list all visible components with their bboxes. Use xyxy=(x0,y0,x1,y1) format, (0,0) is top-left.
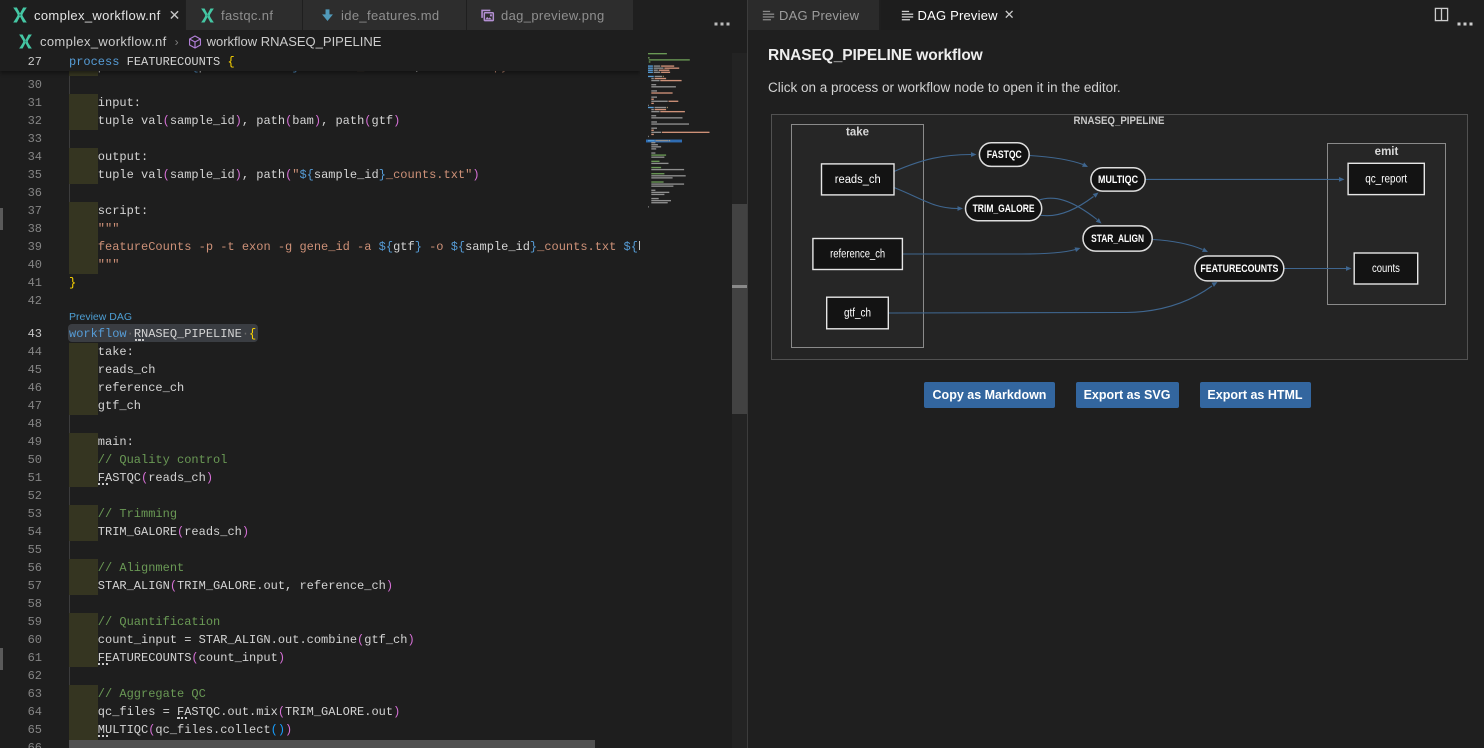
svg-text:qc_report: qc_report xyxy=(1365,173,1408,185)
svg-text:TRIM_GALORE: TRIM_GALORE xyxy=(972,203,1034,215)
svg-text:emit: emit xyxy=(1374,146,1398,158)
svg-text:FASTQC: FASTQC xyxy=(986,149,1021,161)
svg-text:RNASEQ_PIPELINE: RNASEQ_PIPELINE xyxy=(1073,114,1164,126)
svg-text:counts: counts xyxy=(1371,263,1399,275)
svg-text:STAR_ALIGN: STAR_ALIGN xyxy=(1091,233,1144,245)
svg-text:take: take xyxy=(845,126,868,138)
svg-text:reference_ch: reference_ch xyxy=(830,248,885,260)
svg-text:FEATURECOUNTS: FEATURECOUNTS xyxy=(1200,263,1278,275)
svg-text:reads_ch: reads_ch xyxy=(834,174,880,186)
svg-text:MULTIQC: MULTIQC xyxy=(1098,174,1138,186)
svg-text:gtf_ch: gtf_ch xyxy=(844,307,871,319)
